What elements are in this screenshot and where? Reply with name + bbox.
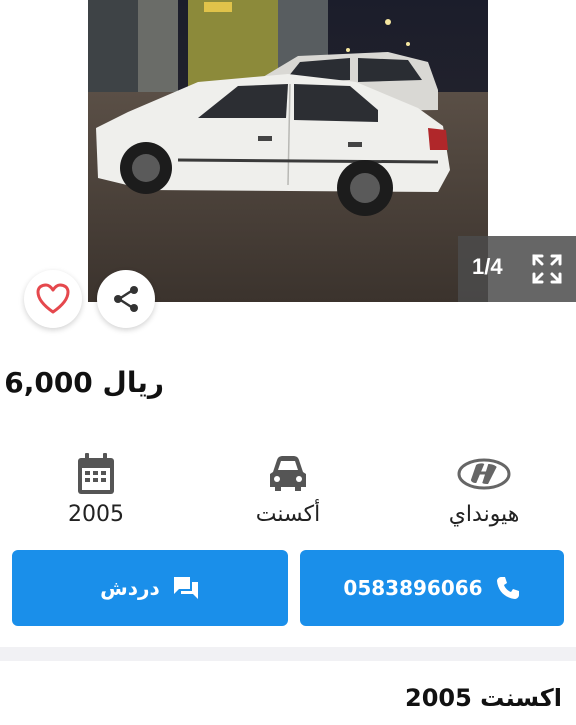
calendar-icon bbox=[78, 453, 114, 494]
favorite-button[interactable] bbox=[24, 270, 82, 328]
section-divider bbox=[0, 647, 576, 661]
image-gallery[interactable]: 1/4 bbox=[0, 0, 576, 302]
car-photo[interactable] bbox=[88, 0, 488, 302]
spec-model: أكسنت bbox=[213, 448, 363, 527]
price-label: 6,000 ريال bbox=[4, 366, 164, 399]
fullscreen-button[interactable] bbox=[530, 252, 564, 286]
share-icon bbox=[114, 286, 138, 312]
spec-make: هيونداي bbox=[409, 448, 559, 527]
hyundai-logo-icon bbox=[457, 458, 511, 490]
ad-title: اكسنت 2005 bbox=[405, 684, 562, 712]
call-button[interactable]: 0583896066 bbox=[300, 550, 564, 626]
chevron-left-icon bbox=[42, 124, 55, 148]
chat-button-label: دردش bbox=[100, 576, 160, 600]
heart-icon bbox=[36, 283, 70, 314]
next-image-button[interactable] bbox=[510, 118, 540, 154]
chevron-right-icon bbox=[519, 124, 532, 148]
call-button-label: 0583896066 bbox=[343, 576, 483, 600]
spec-make-value: هيونداي bbox=[448, 502, 520, 527]
image-counter-overlay: 1/4 bbox=[458, 236, 576, 302]
spec-year: 2005 bbox=[21, 448, 171, 527]
prev-image-button[interactable] bbox=[34, 118, 64, 154]
phone-icon bbox=[496, 577, 519, 599]
chat-icon bbox=[173, 577, 198, 599]
spec-model-value: أكسنت bbox=[255, 502, 321, 527]
car-icon bbox=[270, 456, 306, 491]
image-counter: 1/4 bbox=[472, 254, 503, 279]
fullscreen-icon bbox=[532, 254, 562, 284]
chat-button[interactable]: دردش bbox=[12, 550, 288, 626]
share-button[interactable] bbox=[97, 270, 155, 328]
spec-year-value: 2005 bbox=[68, 502, 124, 527]
